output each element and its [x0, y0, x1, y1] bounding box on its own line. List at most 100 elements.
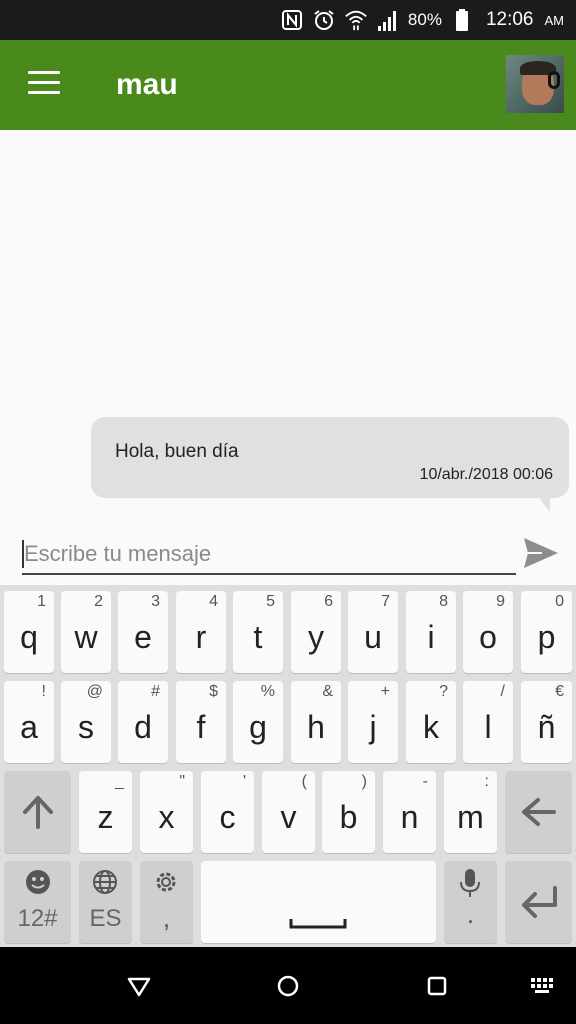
language-key[interactable]: ES [79, 861, 132, 943]
message-timestamp: 10/abr./2018 00:06 [419, 466, 553, 483]
emoji-symbols-key[interactable]: 12# [4, 861, 71, 943]
key-g[interactable]: % g [233, 681, 283, 763]
key-p[interactable]: 0p [521, 591, 572, 673]
wifi-icon [344, 8, 368, 32]
key-char: s [78, 709, 94, 745]
key-a[interactable]: ! a [4, 681, 54, 763]
key-enye[interactable]: € ñ [521, 681, 572, 763]
key-t[interactable]: 5t [233, 591, 283, 673]
key-sup: % [260, 683, 275, 700]
key-char: ñ [537, 709, 556, 745]
key-i[interactable]: 8i [406, 591, 456, 673]
battery-icon [450, 8, 474, 32]
battery-percent: 80% [407, 10, 442, 29]
key-u[interactable]: 7u [348, 591, 398, 673]
send-icon[interactable] [522, 536, 560, 570]
key-l[interactable]: / l [463, 681, 513, 763]
key-k[interactable]: ? k [406, 681, 456, 763]
key-sup: & [322, 683, 333, 700]
key-z[interactable]: _ z [79, 771, 132, 853]
key-w[interactable]: 2w [61, 591, 111, 673]
key-n[interactable]: -n [383, 771, 436, 853]
key-sup: : [484, 773, 489, 790]
key-char: i [427, 619, 435, 655]
key-char: a [20, 709, 38, 745]
message-input[interactable] [22, 535, 516, 575]
emoji-icon [26, 870, 50, 894]
key-sup: 2 [94, 593, 103, 610]
key-char: d [134, 709, 152, 745]
key-char: y [308, 619, 324, 655]
navigation-bar [0, 947, 576, 1024]
chat-messages-area[interactable]: Hola, buen día 10/abr./2018 00:06 [0, 130, 576, 585]
key-q[interactable]: 1q [4, 591, 54, 673]
key-char: h [307, 709, 325, 745]
key-b[interactable]: ) b [322, 771, 375, 853]
key-sup: - [422, 773, 428, 790]
comma-label: , [162, 903, 171, 933]
key-char: t [253, 619, 263, 655]
shift-key[interactable] [4, 771, 71, 853]
message-text: Hola, buen día [115, 441, 239, 462]
key-c[interactable]: ' c [201, 771, 254, 853]
key-sup: 9 [496, 593, 505, 610]
status-bar: 80% 12:06 AM [0, 0, 576, 40]
key-char: u [364, 619, 382, 655]
key-sup: ) [361, 773, 367, 790]
key-char: f [196, 709, 206, 745]
key-sup: 3 [151, 593, 160, 610]
key-sup: ! [41, 683, 46, 700]
key-f[interactable]: $ f [176, 681, 226, 763]
key-sup: " [179, 773, 185, 790]
keyboard-icon[interactable] [528, 971, 558, 1001]
key-e[interactable]: 3e [118, 591, 168, 673]
key-char: k [423, 709, 439, 745]
key-char: q [20, 619, 38, 655]
home-circle-icon[interactable] [273, 971, 303, 1001]
back-triangle-icon[interactable] [124, 971, 154, 1001]
key-char: m [457, 799, 484, 835]
hamburger-menu-icon[interactable] [28, 71, 62, 97]
enter-arrow-icon [522, 886, 557, 918]
key-char: j [369, 709, 377, 745]
conversation-title: mau [116, 68, 178, 101]
key-char: z [97, 799, 114, 835]
space-bar[interactable] [201, 861, 436, 943]
key-x[interactable]: " x [140, 771, 193, 853]
alarm-icon [312, 8, 336, 32]
settings-comma-key[interactable]: , [140, 861, 193, 943]
voice-period-key[interactable]: . [444, 861, 497, 943]
period-label: . [466, 899, 475, 929]
key-r[interactable]: 4r [176, 591, 226, 673]
key-d[interactable]: # d [118, 681, 168, 763]
key-y[interactable]: 6y [291, 591, 341, 673]
contact-avatar[interactable] [506, 55, 564, 113]
on-screen-keyboard: 1q 2w 3e 4r 5t 6y 7u 8i 9o 0p ! a @ s # d $… [0, 585, 576, 947]
key-j[interactable]: + j [348, 681, 398, 763]
language-label: ES [89, 905, 122, 932]
key-sup: / [500, 683, 505, 700]
key-sup: 8 [439, 593, 448, 610]
key-m[interactable]: :m [444, 771, 497, 853]
key-h[interactable]: & h [291, 681, 341, 763]
key-sup: ' [242, 773, 246, 790]
clock: 12:06 [485, 9, 534, 30]
backspace-key[interactable] [505, 771, 572, 853]
key-o[interactable]: 9o [463, 591, 513, 673]
enter-key[interactable] [505, 861, 572, 943]
key-char: g [249, 709, 267, 745]
key-sup: 5 [266, 593, 275, 610]
message-bubble[interactable]: Hola, buen día 10/abr./2018 00:06 [91, 417, 569, 498]
key-char: p [537, 619, 556, 655]
key-sup: $ [209, 683, 218, 700]
key-sup: @ [86, 683, 103, 700]
key-sup: # [151, 683, 160, 700]
key-s[interactable]: @ s [61, 681, 111, 763]
key-char: w [74, 619, 98, 655]
key-sup: 0 [555, 593, 564, 610]
message-bubble-tail [536, 494, 550, 512]
key-sup: ( [301, 773, 307, 790]
key-sup: + [380, 683, 390, 700]
key-v[interactable]: (v [262, 771, 315, 853]
recents-square-icon[interactable] [422, 971, 452, 1001]
